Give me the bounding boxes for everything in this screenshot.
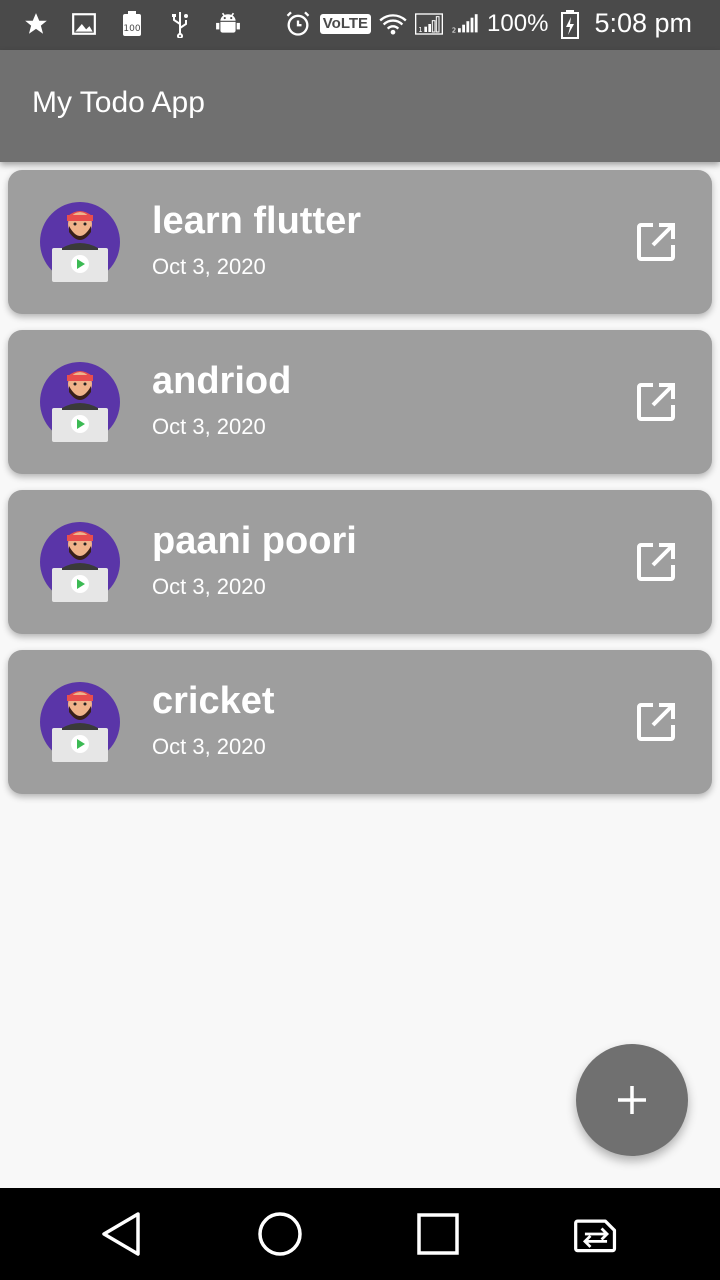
avatar — [40, 682, 120, 762]
usb-icon — [166, 10, 194, 38]
signal-sim1-icon: 1 — [415, 10, 444, 38]
avatar — [40, 362, 120, 442]
todo-title: learn flutter — [152, 200, 362, 242]
battery-charging-icon — [556, 9, 584, 39]
todo-card[interactable]: cricket Oct 3, 2020 — [8, 650, 712, 794]
svg-text:1: 1 — [418, 26, 422, 34]
todo-title: andriod — [152, 360, 292, 402]
todo-date: Oct 3, 2020 — [152, 574, 266, 599]
todo-date: Oct 3, 2020 — [152, 734, 266, 759]
avatar — [40, 522, 120, 602]
todo-title: cricket — [152, 680, 275, 722]
todo-card[interactable]: andriod Oct 3, 2020 — [8, 330, 712, 474]
volte-badge: VoLTE — [319, 13, 372, 34]
todo-card[interactable]: learn flutter Oct 3, 2020 — [8, 170, 712, 314]
todo-title: paani poori — [152, 520, 357, 562]
wifi-icon — [379, 10, 407, 38]
android-debug-icon — [214, 10, 242, 38]
status-bar: 100 VoLTE 1 2 100% 5:08 pm — [0, 0, 720, 50]
svg-text:2: 2 — [452, 26, 456, 34]
app-title: My Todo App — [32, 86, 205, 119]
open-in-new-icon[interactable] — [636, 222, 676, 262]
home-icon[interactable] — [256, 1210, 304, 1258]
signal-sim2-icon: 2 — [451, 10, 479, 38]
open-in-new-icon[interactable] — [636, 382, 676, 422]
battery-percentage: 100% — [487, 9, 549, 37]
open-in-new-icon[interactable] — [636, 542, 676, 582]
alarm-icon — [284, 10, 312, 38]
todo-date: Oct 3, 2020 — [152, 414, 266, 439]
add-todo-button[interactable] — [576, 1044, 688, 1156]
status-time: 5:08 pm — [594, 8, 692, 38]
recents-icon[interactable] — [414, 1210, 462, 1258]
app-bar: My Todo App — [0, 50, 720, 162]
svg-text:100: 100 — [123, 24, 140, 34]
star-icon — [22, 10, 50, 38]
switch-sim-icon[interactable] — [572, 1210, 620, 1258]
todo-card[interactable]: paani poori Oct 3, 2020 — [8, 490, 712, 634]
storage-100-icon: 100 — [118, 10, 146, 38]
navigation-bar — [0, 1188, 720, 1280]
plus-icon — [618, 1086, 646, 1114]
image-icon — [70, 10, 98, 38]
open-in-new-icon[interactable] — [636, 702, 676, 742]
avatar — [40, 202, 120, 282]
todo-list: learn flutter Oct 3, 2020 andriod Oct 3,… — [8, 170, 712, 810]
todo-date: Oct 3, 2020 — [152, 254, 266, 279]
back-icon[interactable] — [98, 1210, 146, 1258]
